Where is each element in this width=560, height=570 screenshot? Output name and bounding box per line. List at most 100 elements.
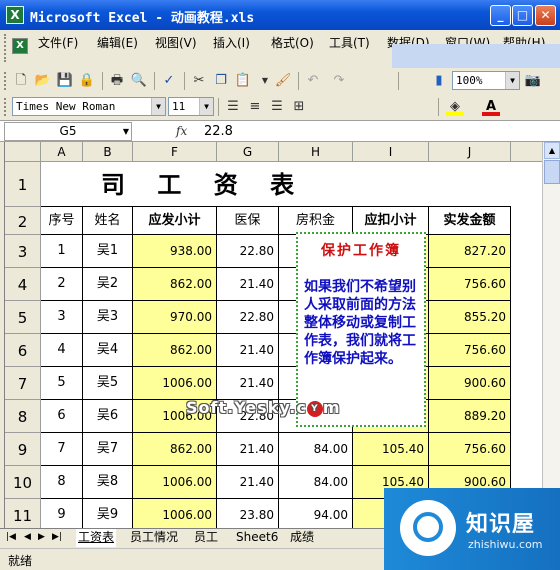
- table-cell[interactable]: 7: [41, 433, 83, 466]
- col-header-g[interactable]: G: [217, 142, 279, 162]
- open-icon[interactable]: 📂: [34, 72, 52, 90]
- undo-icon[interactable]: ↶: [304, 72, 322, 90]
- table-cell[interactable]: 862.00: [133, 268, 217, 301]
- table-cell[interactable]: 8: [41, 466, 83, 499]
- select-all-corner[interactable]: [5, 142, 41, 162]
- copy-icon[interactable]: ❐: [212, 72, 230, 90]
- sheet-title-cell[interactable]: 司 工 资 表: [41, 162, 511, 207]
- new-icon[interactable]: 🗋: [12, 72, 30, 90]
- table-cell[interactable]: 862.00: [133, 433, 217, 466]
- redo-icon[interactable]: ↷: [330, 72, 348, 90]
- table-cell[interactable]: 756.60: [429, 268, 511, 301]
- worksheet-grid[interactable]: A B F G H I J 1 2 3 4 5 6 7 8 9 10 11 司 工 资 表 序号…: [4, 142, 542, 528]
- fx-icon[interactable]: fx: [176, 124, 187, 138]
- align-left-icon[interactable]: ☰: [224, 98, 242, 116]
- next-sheet-icon[interactable]: ▶: [38, 532, 45, 542]
- toolbar-grip[interactable]: [4, 34, 8, 62]
- table-cell[interactable]: 21.40: [217, 433, 279, 466]
- maximize-button[interactable]: □: [512, 5, 533, 26]
- close-button[interactable]: ✕: [535, 5, 556, 26]
- vertical-scrollbar[interactable]: ▲: [542, 142, 560, 528]
- table-cell[interactable]: 84.00: [279, 466, 353, 499]
- table-cell[interactable]: 94.00: [279, 499, 353, 528]
- last-sheet-icon[interactable]: ▶|: [52, 532, 62, 542]
- table-cell[interactable]: 1: [41, 235, 83, 268]
- excel-icon[interactable]: X: [6, 6, 24, 24]
- font-color-icon[interactable]: A: [482, 98, 500, 116]
- table-cell[interactable]: 1006.00: [133, 499, 217, 528]
- chart-wizard-icon[interactable]: ▮: [430, 72, 448, 90]
- table-cell[interactable]: 5: [41, 367, 83, 400]
- font-size-combo[interactable]: 11 ▼: [168, 97, 214, 116]
- table-cell[interactable]: 23.80: [217, 499, 279, 528]
- align-center-icon[interactable]: ≡: [246, 98, 264, 116]
- table-cell[interactable]: 889.20: [429, 400, 511, 433]
- paste-dropdown-icon[interactable]: ▼: [256, 72, 274, 90]
- table-cell[interactable]: 吴7: [83, 433, 133, 466]
- header-cell[interactable]: 实发金额: [429, 207, 511, 235]
- sheet-tab[interactable]: Sheet6: [234, 529, 280, 547]
- table-cell[interactable]: 827.20: [429, 235, 511, 268]
- menu-insert[interactable]: 插入(I): [213, 34, 250, 51]
- scroll-up-icon[interactable]: ▲: [544, 142, 560, 159]
- header-cell[interactable]: 房积金: [279, 207, 353, 235]
- merge-center-icon[interactable]: ⊞: [290, 98, 308, 116]
- row-header-6[interactable]: 6: [5, 334, 41, 367]
- col-header-j[interactable]: J: [429, 142, 511, 162]
- row-header-8[interactable]: 8: [5, 400, 41, 433]
- formula-input[interactable]: 22.8: [204, 124, 233, 139]
- row-header-11[interactable]: 11: [5, 499, 41, 528]
- table-cell[interactable]: 吴4: [83, 334, 133, 367]
- print-icon[interactable]: 🖶: [108, 72, 126, 90]
- table-cell[interactable]: 21.40: [217, 268, 279, 301]
- table-cell[interactable]: 1006.00: [133, 466, 217, 499]
- sheet-tab[interactable]: 成绩: [288, 529, 316, 547]
- align-right-icon[interactable]: ☰: [268, 98, 286, 116]
- row-header-3[interactable]: 3: [5, 235, 41, 268]
- table-cell[interactable]: 970.00: [133, 301, 217, 334]
- prev-sheet-icon[interactable]: ◀: [24, 532, 31, 542]
- col-header-b[interactable]: B: [83, 142, 133, 162]
- col-header-a[interactable]: A: [41, 142, 83, 162]
- table-cell[interactable]: 855.20: [429, 301, 511, 334]
- table-cell[interactable]: 105.40: [353, 433, 429, 466]
- name-box[interactable]: G5 ▼: [4, 122, 132, 141]
- sheet-tab[interactable]: 员工: [192, 529, 220, 547]
- menu-format[interactable]: 格式(O): [271, 34, 314, 51]
- table-cell[interactable]: 吴8: [83, 466, 133, 499]
- chevron-down-icon[interactable]: ▼: [151, 98, 165, 115]
- spelling-icon[interactable]: ✓: [160, 72, 178, 90]
- chevron-down-icon[interactable]: ▼: [199, 98, 213, 115]
- table-cell[interactable]: 938.00: [133, 235, 217, 268]
- toolbar-grip[interactable]: [4, 98, 8, 116]
- toolbar-grip[interactable]: [4, 72, 8, 90]
- table-cell[interactable]: 756.60: [429, 433, 511, 466]
- table-cell[interactable]: 756.60: [429, 334, 511, 367]
- table-cell[interactable]: 4: [41, 334, 83, 367]
- table-cell[interactable]: 21.40: [217, 334, 279, 367]
- chevron-down-icon[interactable]: ▼: [123, 123, 129, 140]
- sheet-tab[interactable]: 员工情况: [128, 529, 180, 547]
- save-icon[interactable]: 💾: [56, 72, 74, 90]
- first-sheet-icon[interactable]: |◀: [6, 532, 16, 542]
- zoom-combo[interactable]: 100% ▼: [452, 71, 520, 90]
- table-cell[interactable]: 2: [41, 268, 83, 301]
- table-cell[interactable]: 1006.00: [133, 367, 217, 400]
- paste-icon[interactable]: 📋: [234, 72, 252, 90]
- table-cell[interactable]: 吴6: [83, 400, 133, 433]
- print-preview-icon[interactable]: 🔍: [130, 72, 148, 90]
- menu-tools[interactable]: 工具(T): [329, 34, 370, 51]
- table-cell[interactable]: 22.80: [217, 235, 279, 268]
- camera-icon[interactable]: 📷: [524, 72, 542, 90]
- row-header-5[interactable]: 5: [5, 301, 41, 334]
- header-cell[interactable]: 姓名: [83, 207, 133, 235]
- workbook-icon[interactable]: X: [12, 38, 28, 54]
- col-header-i[interactable]: I: [353, 142, 429, 162]
- table-cell[interactable]: 862.00: [133, 334, 217, 367]
- col-header-f[interactable]: F: [133, 142, 217, 162]
- fill-color-icon[interactable]: ◈: [446, 98, 464, 116]
- menu-file[interactable]: 文件(F): [38, 34, 78, 51]
- font-name-combo[interactable]: Times New Roman ▼: [12, 97, 166, 116]
- table-cell[interactable]: 吴3: [83, 301, 133, 334]
- row-header-9[interactable]: 9: [5, 433, 41, 466]
